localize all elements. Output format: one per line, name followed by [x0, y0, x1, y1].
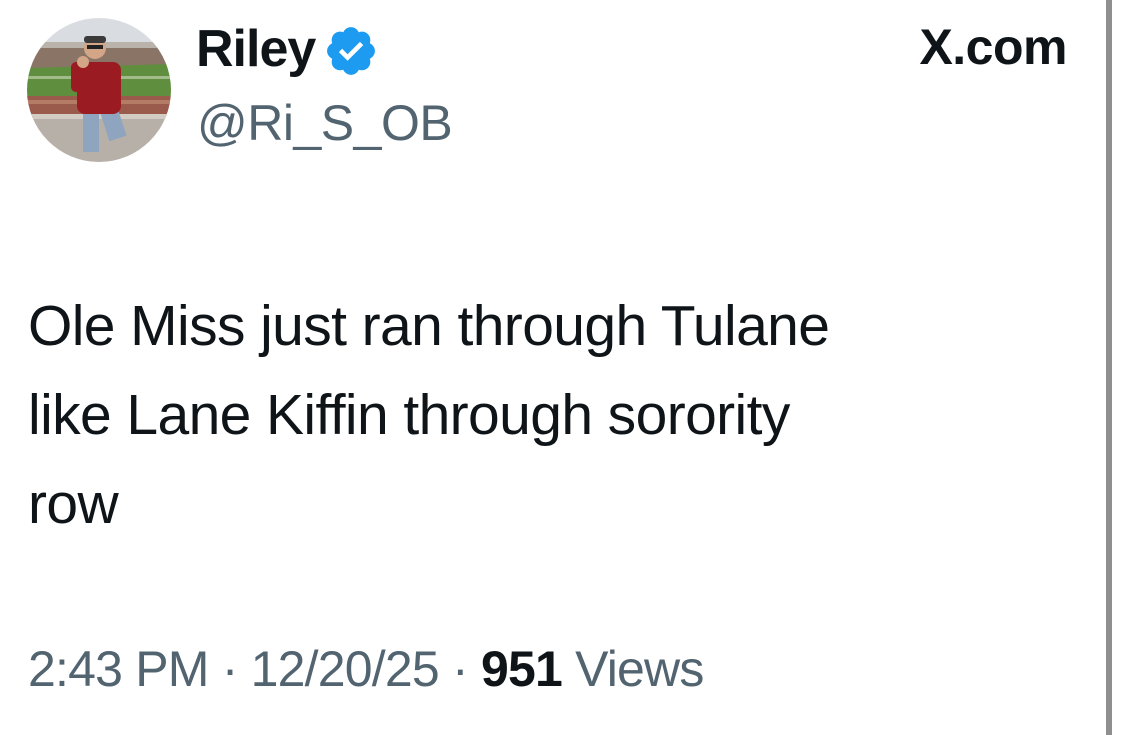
- screen-edge-divider: [1106, 0, 1125, 735]
- tweet-time[interactable]: 2:43 PM: [28, 641, 209, 697]
- views-label[interactable]: Views: [575, 641, 704, 697]
- avatar-photo: [27, 18, 171, 162]
- tweet-meta: 2:43 PM · 12/20/25 · 951 Views: [28, 644, 704, 694]
- meta-separator: ·: [451, 641, 469, 697]
- author-handle[interactable]: @Ri_S_OB: [197, 98, 453, 148]
- tweet-text: Ole Miss just ran through Tulane like La…: [28, 294, 830, 536]
- avatar[interactable]: [27, 18, 171, 162]
- tweet-date[interactable]: 12/20/25: [251, 641, 440, 697]
- verified-badge-icon: [327, 27, 376, 75]
- views-count[interactable]: 951: [481, 641, 563, 697]
- author-name-row: Riley: [196, 14, 379, 84]
- author-display-name[interactable]: Riley: [196, 23, 316, 75]
- tweet-screenshot: Riley @Ri_S_OB X.com Ole Miss just ran t…: [0, 0, 1125, 735]
- meta-separator: ·: [221, 641, 239, 697]
- site-label: X.com: [919, 19, 1067, 75]
